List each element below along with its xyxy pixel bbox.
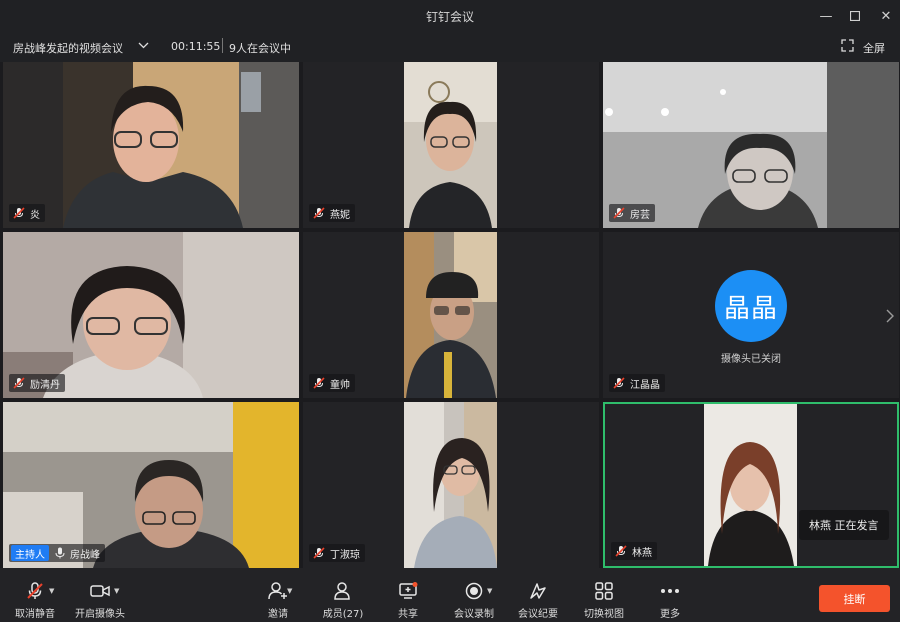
participant-name-tag: 炎	[9, 204, 45, 222]
participant-name-tag: 励清丹	[9, 374, 65, 392]
participant-video	[3, 62, 299, 228]
mic-muted-icon	[313, 377, 325, 389]
participant-name: 燕妮	[330, 209, 350, 221]
camera-off-status: 摄像头已关闭	[721, 354, 781, 365]
mic-muted-icon	[313, 547, 325, 559]
participant-name: 房芸	[630, 209, 650, 221]
share-label: 共享	[398, 609, 418, 620]
divider	[222, 38, 223, 53]
participant-video	[704, 404, 797, 566]
participant-name-tag: 燕妮	[309, 204, 355, 222]
participant-name-tag: 童帅	[309, 374, 355, 392]
mic-muted-icon	[24, 581, 46, 601]
camera-label: 开启摄像头	[75, 609, 125, 620]
record-icon	[463, 581, 485, 601]
title-bar: 钉钉会议 — ✕	[0, 0, 900, 31]
participant-video	[404, 232, 497, 398]
participant-tile[interactable]: 晶晶 摄像头已关闭 江晶晶	[603, 232, 899, 398]
meeting-timer: 00:11:55	[171, 40, 221, 53]
participant-tile[interactable]: 炎	[3, 62, 299, 228]
participant-tile[interactable]: 主持人 房战峰	[3, 402, 299, 568]
record-button[interactable]: 会议录制	[452, 568, 496, 622]
fullscreen-icon[interactable]	[841, 39, 854, 55]
invite-button[interactable]: 邀请	[258, 568, 298, 622]
add-user-icon	[267, 581, 289, 601]
participant-tile[interactable]: 房芸	[603, 62, 899, 228]
meeting-name[interactable]: 房战峰发起的视频会议	[13, 40, 123, 56]
ai-minutes-icon	[527, 581, 549, 601]
host-badge: 主持人	[11, 545, 49, 561]
users-icon	[332, 581, 354, 601]
fullscreen-button[interactable]: 全屏	[863, 40, 885, 56]
chevron-down-icon[interactable]: ▼	[114, 587, 119, 595]
participant-name: 炎	[30, 209, 40, 221]
participant-video	[404, 402, 497, 568]
meeting-toolbar: 取消静音 ▼ 开启摄像头 ▼ 邀请 ▼ 成员(27) 共享 会议录制 ▼ 会议纪…	[0, 568, 900, 622]
video-grid: 炎 燕妮 房芸 励清丹 童帅 晶晶 摄像头已关闭 江晶晶 主持人 房战峰 丁淑琼…	[3, 62, 899, 568]
more-icon	[659, 581, 681, 601]
members-label: 成员(27)	[322, 609, 364, 620]
speaking-indicator: 林燕 正在发言	[799, 510, 889, 540]
mic-muted-icon	[615, 545, 627, 557]
camera-button[interactable]: 开启摄像头	[75, 568, 125, 622]
participant-name-tag: 丁淑琼	[309, 544, 365, 562]
switch-view-button[interactable]: 切换视图	[582, 568, 626, 622]
minutes-button[interactable]: 会议纪要	[516, 568, 560, 622]
maximize-icon[interactable]	[845, 6, 865, 26]
avatar: 晶晶	[715, 270, 787, 342]
invite-label: 邀请	[268, 609, 288, 620]
participant-tile[interactable]: 丁淑琼	[303, 402, 599, 568]
participant-name-tag: 主持人 房战峰	[9, 544, 105, 562]
share-button[interactable]: 共享	[390, 568, 426, 622]
mic-muted-icon	[613, 377, 625, 389]
mic-muted-icon	[313, 207, 325, 219]
unmute-label: 取消静音	[15, 609, 55, 620]
participant-name: 房战峰	[70, 549, 100, 561]
members-button[interactable]: 成员(27)	[321, 568, 365, 622]
participant-tile[interactable]: 励清丹	[3, 232, 299, 398]
switch-view-label: 切换视图	[584, 609, 624, 620]
participant-tile-active-speaker[interactable]: 林燕 正在发言 林燕	[603, 402, 899, 568]
participant-name-tag: 江晶晶	[609, 374, 665, 392]
grid-view-icon	[593, 581, 615, 601]
participant-name: 励清丹	[30, 379, 60, 391]
mic-icon	[55, 547, 65, 559]
hangup-button[interactable]: 挂断	[819, 585, 890, 612]
participant-name-tag: 房芸	[609, 204, 655, 222]
minimize-icon[interactable]: —	[816, 6, 836, 26]
more-label: 更多	[660, 609, 680, 620]
share-screen-icon	[397, 581, 419, 601]
chevron-down-icon[interactable]: ▼	[49, 587, 54, 595]
mic-muted-icon	[613, 207, 625, 219]
close-icon[interactable]: ✕	[876, 6, 896, 26]
chevron-down-icon[interactable]	[138, 40, 149, 54]
chevron-down-icon[interactable]: ▼	[287, 587, 292, 595]
meeting-info-bar: 房战峰发起的视频会议 00:11:55 9人在会议中 全屏	[0, 31, 900, 62]
chevron-down-icon[interactable]: ▼	[487, 587, 492, 595]
participant-video	[404, 62, 497, 228]
participant-tile[interactable]: 燕妮	[303, 62, 599, 228]
unmute-button[interactable]: 取消静音	[13, 568, 57, 622]
minutes-label: 会议纪要	[518, 609, 558, 620]
participant-name: 丁淑琼	[330, 549, 360, 561]
participant-count: 9人在会议中	[229, 42, 291, 55]
mic-muted-icon	[13, 207, 25, 219]
record-label: 会议录制	[454, 609, 494, 620]
chevron-right-icon[interactable]	[883, 305, 897, 327]
participant-name: 江晶晶	[630, 379, 660, 391]
window-title: 钉钉会议	[425, 10, 474, 24]
participant-tile[interactable]: 童帅	[303, 232, 599, 398]
mic-muted-icon	[13, 377, 25, 389]
participant-name: 林燕	[632, 547, 652, 559]
more-button[interactable]: 更多	[652, 568, 688, 622]
camera-icon	[89, 581, 111, 601]
participant-name: 童帅	[330, 379, 350, 391]
participant-name-tag: 林燕	[611, 542, 657, 560]
